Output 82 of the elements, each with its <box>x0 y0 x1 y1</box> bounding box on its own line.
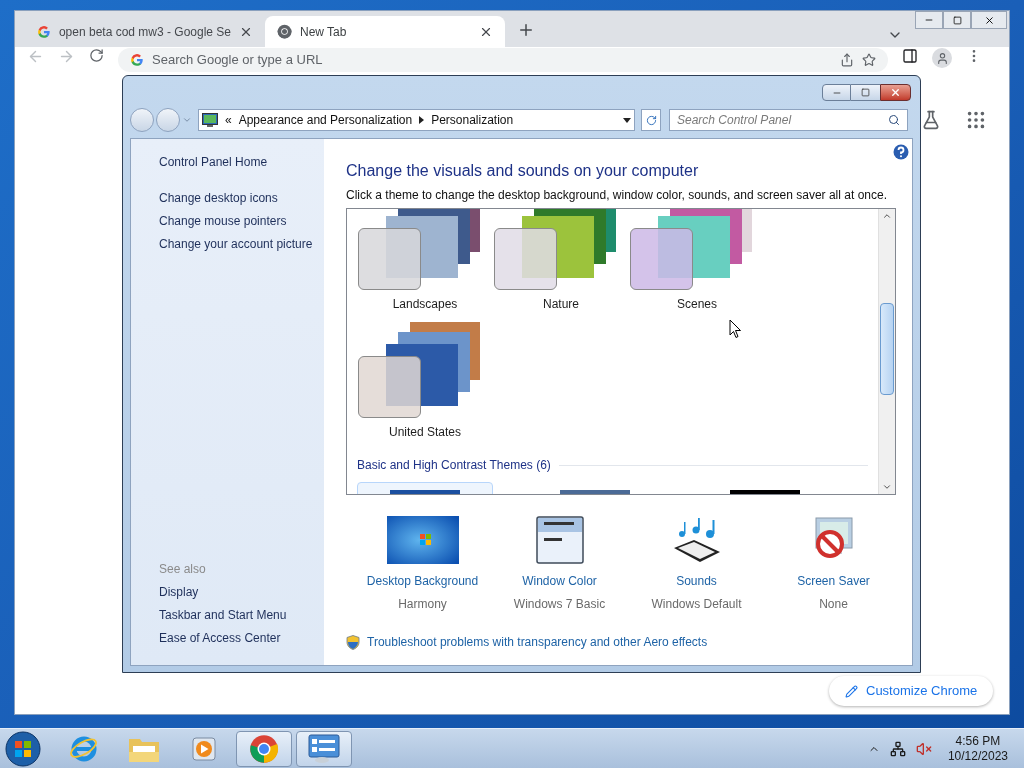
shield-icon <box>346 634 360 650</box>
breadcrumb-item[interactable]: Appearance and Personalization <box>238 111 413 129</box>
tab-title: New Tab <box>300 23 348 41</box>
sidebar-link[interactable]: Control Panel Home <box>159 154 324 171</box>
see-also-heading: See also <box>159 561 207 578</box>
taskbar-button[interactable] <box>236 730 292 767</box>
flask-icon[interactable] <box>921 110 941 130</box>
page-heading: Change the visuals and sounds on your computer <box>346 161 700 181</box>
search-icon[interactable] <box>888 114 900 126</box>
clock-date[interactable]: 10/12/2023 <box>947 748 1008 764</box>
refresh-button[interactable] <box>641 109 661 131</box>
side-panel-icon[interactable] <box>902 48 918 64</box>
close-icon <box>890 87 901 98</box>
media-player-icon <box>190 734 218 763</box>
control-panel-icon <box>308 733 340 764</box>
close-icon <box>983 14 995 26</box>
theme-preview-drawing[interactable] <box>358 209 482 290</box>
mouse-cursor-icon <box>729 319 742 339</box>
taskbar-button[interactable] <box>296 730 352 767</box>
omnibox-placeholder: Search Google or type a URL <box>152 51 324 70</box>
omnibox[interactable]: Search Google or type a URL <box>118 48 888 72</box>
setting-link[interactable]: Desktop Background <box>366 572 479 590</box>
search-placeholder: Search Control Panel <box>677 112 793 129</box>
breadcrumb-overflow[interactable]: « <box>225 111 232 129</box>
browser-logo-icon <box>277 24 292 39</box>
setting-link[interactable]: Sounds <box>676 572 717 590</box>
setting-link[interactable]: Window Color <box>522 572 597 590</box>
reload-icon[interactable] <box>89 48 104 63</box>
setting-link[interactable]: Screen Saver <box>797 572 870 590</box>
breadcrumb-arrow-icon[interactable] <box>419 116 425 124</box>
profile-avatar[interactable] <box>932 48 952 68</box>
browser-tab[interactable]: open beta cod mw3 - Google Se <box>25 16 265 47</box>
monitor-icon <box>202 112 218 128</box>
setting-value: Windows Default <box>651 596 742 613</box>
theme-preview-drawing[interactable] <box>358 322 482 418</box>
scrollbar-drawing[interactable] <box>878 209 895 494</box>
close-button[interactable] <box>880 84 911 101</box>
maximize-icon <box>861 88 870 97</box>
help-icon[interactable] <box>893 144 909 160</box>
sidebar-link[interactable]: Ease of Access Center <box>159 630 324 647</box>
sidebar-link[interactable]: Taskbar and Start Menu <box>159 607 324 624</box>
bookmark-star-icon[interactable] <box>862 53 876 67</box>
minimize-button[interactable] <box>915 11 943 29</box>
setting-value: Windows 7 Basic <box>513 596 606 613</box>
troubleshoot-link[interactable]: Troubleshoot problems with transparency and other Aero effects <box>367 633 708 651</box>
pencil-icon <box>845 684 858 698</box>
setting-value: None <box>819 596 848 613</box>
theme-name: United States <box>388 424 461 441</box>
minimize-button[interactable] <box>822 84 851 101</box>
apps-grid-icon[interactable] <box>965 109 987 131</box>
maximize-button[interactable] <box>943 11 971 29</box>
volume-muted-icon[interactable] <box>915 740 932 757</box>
customize-button[interactable]: Customize Chrome <box>829 676 994 706</box>
tab-title: open beta cod mw3 - Google Se <box>58 23 232 41</box>
g-logo-icon <box>130 53 144 67</box>
sidebar-link[interactable]: Change desktop icons <box>159 190 324 207</box>
wallpaper-thumbnail-icon <box>386 516 459 564</box>
share-icon[interactable] <box>840 53 854 67</box>
g-logo-icon <box>37 24 51 39</box>
theme-name: Scenes <box>677 296 717 313</box>
theme-name: Nature <box>543 296 579 313</box>
setting-value: Harmony <box>398 596 447 613</box>
browser-logo-icon <box>249 733 279 764</box>
network-icon[interactable] <box>889 740 906 757</box>
maximize-button[interactable] <box>851 84 880 101</box>
page-description: Click a theme to change the desktop background, window color, sounds, and screen saver all at once. <box>346 188 888 202</box>
breadcrumb-item[interactable]: Personalization <box>431 111 514 129</box>
window-icon <box>535 516 584 564</box>
dropdown-caret-icon[interactable] <box>623 117 631 123</box>
sidebar-link[interactable]: Change your account picture <box>159 236 324 253</box>
clock-time[interactable]: 4:56 PM <box>955 733 1001 749</box>
refresh-icon <box>645 114 657 126</box>
new-tab-icon[interactable] <box>517 21 535 39</box>
maximize-icon <box>952 15 962 25</box>
theme-name: Landscapes <box>392 296 458 313</box>
start-orb-icon[interactable] <box>4 729 42 768</box>
browser-tab[interactable]: New Tab <box>265 16 505 47</box>
address-bar[interactable]: « Appearance and Personalization Personalization <box>198 109 635 131</box>
group-heading: Basic and High Contrast Themes (6) <box>357 457 551 474</box>
sidebar-link[interactable]: Display <box>159 584 324 601</box>
sidebar-link[interactable]: Change mouse pointers <box>159 213 324 230</box>
search-field[interactable]: Search Control Panel <box>669 109 908 131</box>
